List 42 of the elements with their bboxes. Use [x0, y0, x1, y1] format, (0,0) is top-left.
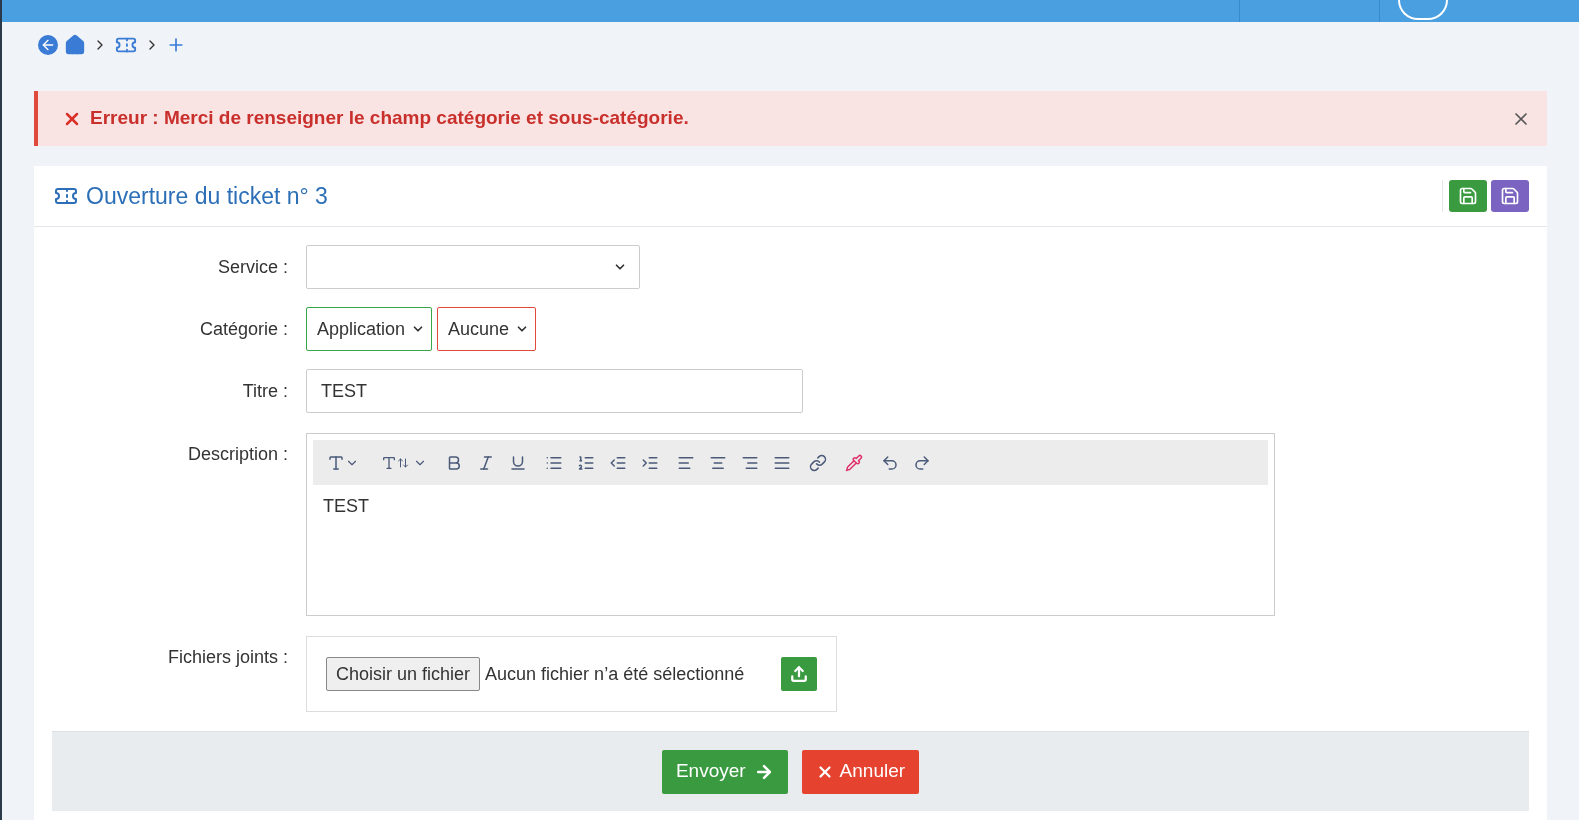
save-icon — [1500, 186, 1520, 206]
editor-text[interactable]: TEST — [323, 496, 369, 516]
font-button[interactable] — [327, 453, 359, 472]
undo-icon — [881, 453, 899, 472]
category-select[interactable]: Aucune — [437, 307, 537, 351]
toolbar-button[interactable] — [577, 453, 595, 472]
font-icon — [327, 453, 345, 472]
italic-icon — [477, 453, 495, 472]
field-label: Service : — [217, 256, 288, 277]
toolbar-button[interactable] — [477, 453, 495, 472]
toolbar-button[interactable] — [509, 453, 527, 472]
color-picker-icon — [845, 453, 863, 472]
field-label: Fichiers joints : — [167, 647, 288, 667]
send-button[interactable]: Envoyer — [661, 749, 788, 794]
underline-icon — [509, 453, 527, 472]
error-message: Erreur : Merci de renseigner le champ catégorie et sous-catégorie. — [90, 106, 689, 131]
back-icon[interactable] — [38, 35, 58, 55]
toolbar-button[interactable] — [845, 453, 863, 472]
font-size-icon — [381, 454, 397, 471]
upload-icon — [790, 665, 808, 683]
cancel-button[interactable]: Annuler — [801, 749, 920, 794]
home-icon[interactable] — [64, 34, 86, 56]
field-label: Description : — [187, 444, 288, 464]
upload-button[interactable] — [781, 657, 817, 691]
redo-icon — [913, 453, 931, 472]
choose-file-button[interactable]: Choisir un fichier — [326, 657, 481, 691]
field-label: Titre : — [242, 380, 288, 401]
field-label: Catégorie : — [199, 318, 288, 339]
link-icon — [809, 453, 827, 472]
file-status: Aucun fichier n’a été sélectionné — [485, 662, 745, 686]
save-button[interactable] — [1449, 180, 1487, 212]
toolbar-button[interactable] — [809, 453, 827, 472]
font-size-button[interactable] — [381, 454, 427, 471]
toolbar-button[interactable] — [913, 453, 931, 472]
toolbar-button[interactable] — [881, 453, 899, 472]
save-icon — [1458, 186, 1478, 206]
numbered-list-icon — [577, 453, 595, 472]
avatar-icon[interactable] — [1398, 0, 1448, 20]
category-select[interactable]: Application — [306, 307, 433, 351]
card-title: Ouverture du ticket n° 3 — [86, 181, 328, 211]
title-field[interactable]: TEST — [306, 369, 803, 413]
save-as-button[interactable] — [1491, 180, 1529, 212]
